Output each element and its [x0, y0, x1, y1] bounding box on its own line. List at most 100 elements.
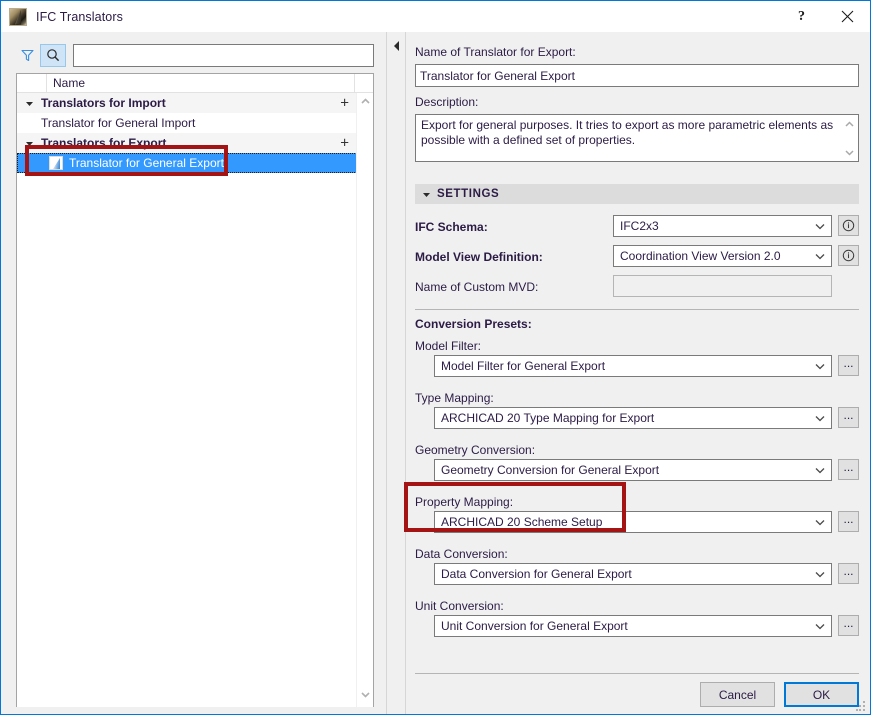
preset-dropdown-arrow[interactable]: [809, 519, 831, 526]
translator-name-input[interactable]: Translator for General Export: [415, 64, 859, 87]
collapse-left-icon: [394, 41, 399, 51]
tree-row-label: Translators for Import: [41, 96, 166, 110]
help-button[interactable]: ?: [779, 1, 824, 32]
preset-label-model-filter: Model Filter:: [415, 339, 482, 353]
chevron-down-icon: [815, 467, 825, 473]
translator-icon: [49, 156, 63, 170]
preset-value-property-mapping: ARCHICAD 20 Scheme Setup: [441, 515, 603, 529]
chevron-down-icon: [361, 692, 370, 698]
scroll-up-button[interactable]: [357, 93, 374, 110]
preset-dropdown-arrow[interactable]: [809, 363, 831, 370]
magnifier-icon: [47, 49, 60, 62]
preset-browse-property-mapping[interactable]: ...: [838, 511, 859, 532]
chevron-down-icon: [844, 149, 854, 156]
tree-column-name: Name: [48, 74, 355, 92]
add-import-translator-button[interactable]: +: [340, 96, 349, 111]
translators-list-pane: Name Translators for Import + Translator…: [2, 32, 386, 714]
preset-label-type-mapping: Type Mapping:: [415, 391, 494, 405]
close-button[interactable]: [824, 1, 870, 32]
preset-label-property-mapping: Property Mapping:: [415, 495, 514, 509]
tree-group-translators-for-export[interactable]: Translators for Export +: [17, 133, 357, 153]
tree-item-translator-for-general-import[interactable]: Translator for General Import: [17, 113, 357, 133]
tree-item-translator-for-general-export[interactable]: Translator for General Export: [17, 153, 357, 173]
description-text: Export for general purposes. It tries to…: [421, 118, 834, 147]
preset-browse-type-mapping[interactable]: ...: [838, 407, 859, 428]
caret-down-icon: [25, 101, 33, 106]
window-controls: ?: [779, 1, 870, 32]
tree-group-translators-for-import[interactable]: Translators for Import +: [17, 93, 357, 113]
caret-down-icon: [25, 141, 33, 146]
mvd-label: Model View Definition:: [415, 250, 543, 264]
caret-down-icon: [422, 192, 430, 197]
custom-mvd-input[interactable]: [613, 275, 832, 297]
twisty-expanded-icon[interactable]: [17, 139, 41, 148]
settings-section-header[interactable]: SETTINGS: [415, 184, 859, 204]
translators-tree: Name Translators for Import + Translator…: [16, 73, 374, 707]
mvd-info-button[interactable]: [838, 245, 859, 266]
chevron-up-icon: [844, 120, 854, 127]
chevron-up-icon: [361, 98, 370, 104]
filter-button[interactable]: [16, 44, 38, 66]
settings-section-title: SETTINGS: [437, 188, 500, 200]
preset-combo-property-mapping[interactable]: ARCHICAD 20 Scheme Setup: [434, 511, 832, 533]
help-icon: ?: [798, 8, 805, 24]
ifc-translators-dialog: IFC Translators ? Name Translators for I…: [0, 0, 871, 715]
preset-browse-model-filter[interactable]: ...: [838, 355, 859, 376]
preset-value-data-conversion: Data Conversion for General Export: [441, 567, 632, 581]
preset-combo-data-conversion[interactable]: Data Conversion for General Export: [434, 563, 832, 585]
ifc-schema-combo[interactable]: IFC2x3: [613, 215, 832, 237]
tree-header-gutter: [17, 74, 47, 92]
ok-button[interactable]: OK: [784, 682, 859, 707]
preset-browse-unit-conversion[interactable]: ...: [838, 615, 859, 636]
collapse-pane-button[interactable]: [393, 40, 401, 52]
search-toolbar: [16, 43, 374, 67]
preset-dropdown-arrow[interactable]: [809, 467, 831, 474]
scroll-down-button[interactable]: [357, 686, 374, 703]
preset-value-model-filter: Model Filter for General Export: [441, 359, 606, 373]
description-textarea[interactable]: Export for general purposes. It tries to…: [415, 114, 859, 162]
preset-combo-geometry-conversion[interactable]: Geometry Conversion for General Export: [434, 459, 832, 481]
resize-grip[interactable]: [856, 701, 867, 712]
title-bar: IFC Translators ?: [1, 1, 870, 32]
preset-dropdown-arrow[interactable]: [809, 415, 831, 422]
add-export-translator-button[interactable]: +: [340, 136, 349, 151]
preset-browse-data-conversion[interactable]: ...: [838, 563, 859, 584]
preset-combo-type-mapping[interactable]: ARCHICAD 20 Type Mapping for Export: [434, 407, 832, 429]
preset-label-unit-conversion: Unit Conversion:: [415, 599, 504, 613]
custom-mvd-label: Name of Custom MVD:: [415, 280, 539, 294]
mvd-combo[interactable]: Coordination View Version 2.0: [613, 245, 832, 267]
tree-vertical-scrollbar[interactable]: [356, 93, 373, 707]
chevron-down-icon: [815, 253, 825, 259]
preset-combo-model-filter[interactable]: Model Filter for General Export: [434, 355, 832, 377]
tree-row-label: Translator for General Import: [41, 116, 196, 130]
desc-scroll-up-button[interactable]: [841, 116, 857, 132]
chevron-down-icon: [815, 623, 825, 629]
footer-divider: [415, 673, 859, 674]
chevron-down-icon: [815, 223, 825, 229]
preset-combo-unit-conversion[interactable]: Unit Conversion for General Export: [434, 615, 832, 637]
ifc-schema-info-button[interactable]: [838, 215, 859, 236]
chevron-down-icon: [815, 415, 825, 421]
search-button[interactable]: [40, 43, 66, 67]
ifc-schema-label: IFC Schema:: [415, 220, 488, 234]
preset-browse-geometry-conversion[interactable]: ...: [838, 459, 859, 480]
description-scrollbar[interactable]: [841, 116, 857, 160]
info-circle-icon: [842, 219, 855, 232]
pane-splitter[interactable]: [386, 32, 406, 714]
cancel-button[interactable]: Cancel: [700, 682, 775, 707]
tree-row-label: Translator for General Export: [69, 156, 224, 170]
ifc-schema-value: IFC2x3: [620, 219, 659, 233]
settings-twisty[interactable]: [415, 190, 437, 199]
preset-dropdown-arrow[interactable]: [809, 571, 831, 578]
settings-divider: [415, 309, 859, 310]
preset-dropdown-arrow[interactable]: [809, 623, 831, 630]
chevron-down-icon: [815, 519, 825, 525]
window-title: IFC Translators: [36, 9, 123, 24]
desc-scroll-down-button[interactable]: [841, 144, 857, 160]
ifc-schema-dropdown-arrow[interactable]: [809, 223, 831, 230]
search-input[interactable]: [73, 43, 374, 67]
twisty-expanded-icon[interactable]: [17, 99, 41, 108]
filter-funnel-icon: [20, 49, 34, 61]
info-circle-icon: [842, 249, 855, 262]
mvd-dropdown-arrow[interactable]: [809, 253, 831, 260]
